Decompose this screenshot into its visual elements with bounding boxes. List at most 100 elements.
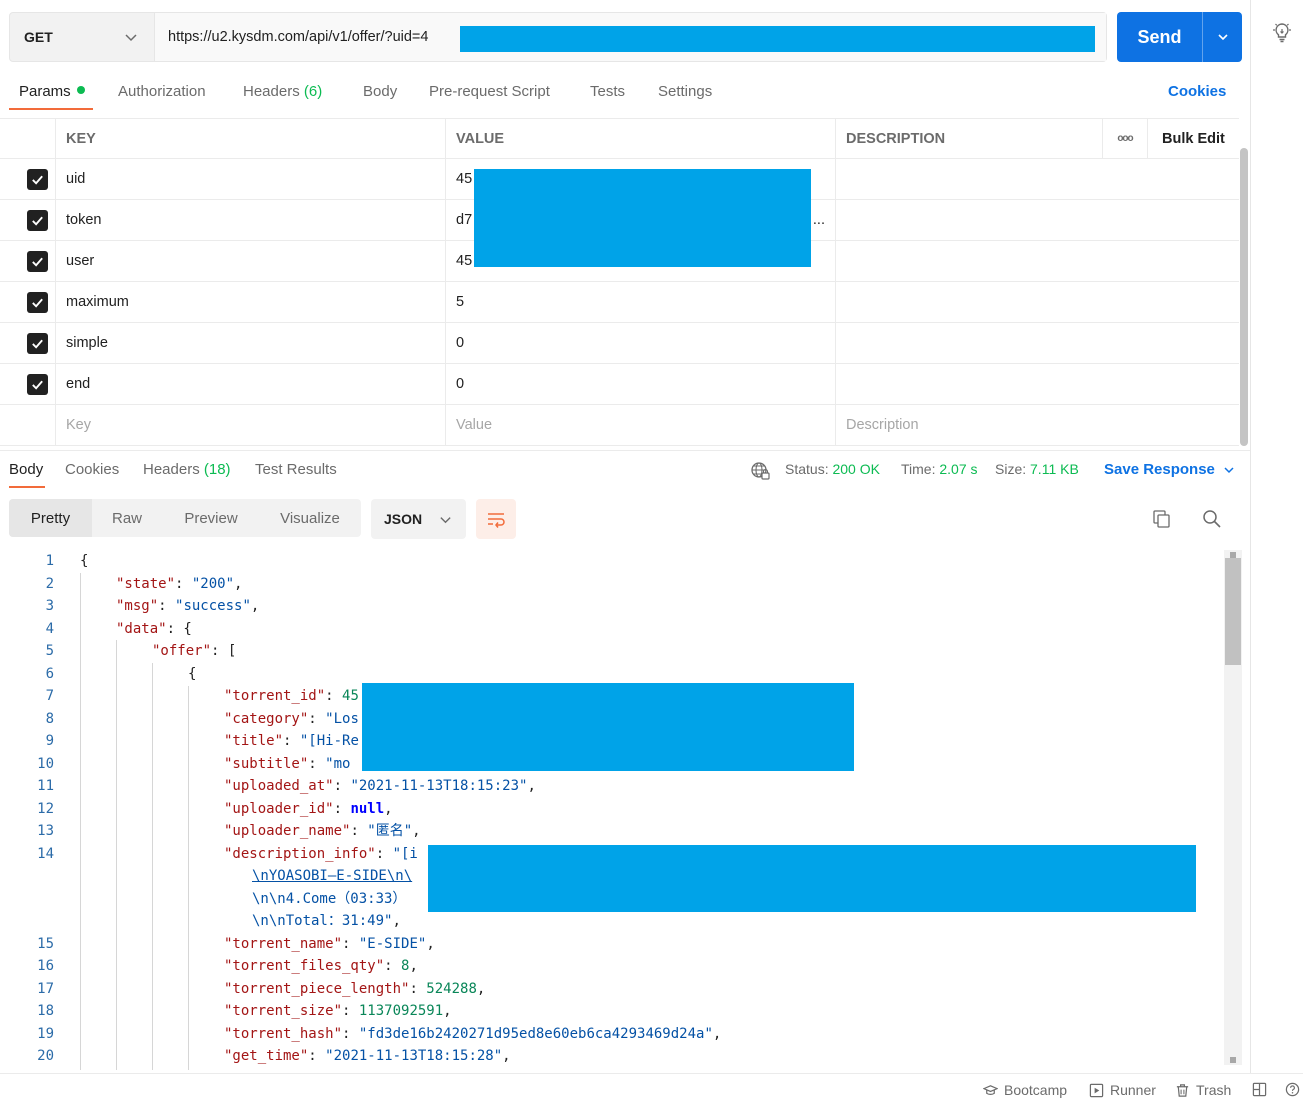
param-enable-checkbox[interactable]: [27, 332, 48, 354]
param-value-input[interactable]: 0: [445, 323, 835, 363]
cookies-link[interactable]: Cookies: [1168, 83, 1226, 100]
check-icon: [32, 298, 43, 308]
param-enable-cell: [0, 159, 55, 199]
new-param-row: Key Value Description: [0, 405, 1239, 446]
param-key-input[interactable]: user: [55, 241, 445, 281]
status-value: 200 OK: [832, 461, 880, 477]
new-description-input[interactable]: Description: [835, 405, 1239, 445]
params-table: KEY VALUE DESCRIPTION ooo Bulk Edit uid 4…: [0, 118, 1239, 446]
new-key-input[interactable]: Key: [55, 405, 445, 445]
code-token: :: [333, 778, 351, 794]
method-label: GET: [24, 29, 53, 45]
param-description-input[interactable]: [835, 241, 1239, 281]
param-key-input[interactable]: end: [55, 364, 445, 404]
code-token: :: [308, 710, 326, 727]
param-enable-checkbox[interactable]: [27, 209, 48, 231]
more-options-button[interactable]: ooo: [1102, 119, 1147, 158]
tab-test-results[interactable]: Test Results: [255, 461, 337, 478]
code-token: \n\nTotal：31:49": [252, 913, 393, 929]
param-value-input[interactable]: 5: [445, 282, 835, 322]
chevron-down-icon: [125, 34, 137, 42]
tab-authorization[interactable]: Authorization: [118, 83, 206, 100]
line-number: 6: [45, 665, 54, 682]
param-key-input[interactable]: maximum: [55, 282, 445, 322]
param-description-input[interactable]: [835, 364, 1239, 404]
time-value: 2.07 s: [939, 461, 978, 477]
url-input[interactable]: https://u2.kysdm.com/api/v1/offer/?uid=4: [155, 13, 1106, 61]
tab-prerequest-script[interactable]: Pre-request Script: [429, 83, 550, 100]
params-scrollbar[interactable]: [1240, 148, 1248, 446]
bootcamp-button[interactable]: Bootcamp: [983, 1082, 1067, 1098]
two-pane-icon: [1252, 1082, 1267, 1097]
help-button[interactable]: [1285, 1082, 1300, 1097]
tab-params[interactable]: Params: [19, 83, 85, 100]
trash-icon: [1176, 1083, 1189, 1097]
tab-body[interactable]: Body: [363, 83, 397, 100]
time-indicator[interactable]: Time: 2.07 s: [901, 461, 978, 477]
code-line: 13 "uploader_name": "匿名",: [0, 820, 1222, 843]
code-token: "state": [116, 575, 176, 592]
code-token: :: [375, 845, 393, 862]
tab-settings[interactable]: Settings: [658, 83, 712, 100]
size-label: Size:: [995, 461, 1027, 477]
code-token: 524288: [426, 980, 477, 997]
code-token: \nYOASOBI—E-SIDE\n\: [252, 868, 413, 884]
bulk-edit-button[interactable]: Bulk Edit: [1147, 119, 1239, 158]
code-token: :: [158, 598, 176, 614]
param-key-input[interactable]: token: [55, 200, 445, 240]
param-description-input[interactable]: [835, 323, 1239, 363]
param-description-input[interactable]: [835, 159, 1239, 199]
param-description-input[interactable]: [835, 282, 1239, 322]
param-description-input[interactable]: [835, 200, 1239, 240]
code-token: "torrent_files_qty": [224, 958, 385, 974]
request-bar: GET https://u2.kysdm.com/api/v1/offer/?u…: [9, 12, 1107, 62]
send-button[interactable]: Send: [1117, 12, 1242, 62]
code-line: 5 "offer": [: [0, 640, 1222, 663]
search-icon[interactable]: [1201, 508, 1223, 530]
view-mode-visualize[interactable]: Visualize: [260, 499, 360, 537]
tab-response-body[interactable]: Body: [9, 461, 43, 478]
format-select[interactable]: JSON: [371, 499, 466, 539]
param-enable-checkbox[interactable]: [27, 373, 48, 395]
code-scrollbar[interactable]: [1224, 550, 1242, 1065]
two-pane-toggle[interactable]: [1252, 1082, 1267, 1097]
column-header-description: DESCRIPTION: [835, 119, 1102, 158]
lightbulb-icon[interactable]: [1270, 20, 1294, 44]
code-line: 16 "torrent_files_qty": 8,: [0, 955, 1222, 978]
view-mode-pretty[interactable]: Pretty: [9, 499, 92, 537]
code-token: :: [308, 1048, 326, 1064]
scrollbar-thumb[interactable]: [1225, 558, 1241, 665]
param-key-input[interactable]: uid: [55, 159, 445, 199]
tab-tests[interactable]: Tests: [590, 83, 625, 100]
code-token: "description_info": [224, 845, 376, 862]
view-mode-raw[interactable]: Raw: [92, 499, 162, 537]
line-number: 8: [45, 710, 54, 727]
param-key-input[interactable]: simple: [55, 323, 445, 363]
tab-response-headers[interactable]: Headers (18): [143, 461, 231, 478]
param-value-input[interactable]: 0: [445, 364, 835, 404]
send-options-dropdown[interactable]: [1202, 12, 1242, 62]
code-text: "data": {: [116, 618, 192, 641]
param-enable-checkbox[interactable]: [27, 291, 48, 313]
param-enable-checkbox[interactable]: [27, 168, 48, 190]
response-code-view[interactable]: 1{2 "state": "200", 3 "msg": "success", 4 "da…: [0, 550, 1222, 1070]
runner-button[interactable]: Runner: [1089, 1082, 1156, 1098]
view-mode-preview[interactable]: Preview: [162, 499, 260, 537]
param-enable-checkbox[interactable]: [27, 250, 48, 272]
tab-response-cookies[interactable]: Cookies: [65, 461, 119, 478]
size-indicator[interactable]: Size: 7.11 KB: [995, 461, 1079, 477]
status-indicator[interactable]: Status: 200 OK: [785, 461, 880, 477]
save-response-button[interactable]: Save Response: [1104, 461, 1235, 478]
code-token: :: [325, 688, 343, 704]
network-globe-icon[interactable]: [749, 460, 771, 482]
tab-headers[interactable]: Headers (6): [243, 83, 322, 100]
wrap-lines-button[interactable]: [476, 499, 516, 539]
format-label: JSON: [384, 511, 423, 527]
new-value-input[interactable]: Value: [445, 405, 835, 445]
code-text: "uploader_name": "匿名",: [224, 820, 421, 843]
scroll-down-arrow[interactable]: [1230, 1057, 1236, 1063]
method-select[interactable]: GET: [10, 13, 155, 61]
line-number: 16: [37, 958, 54, 974]
copy-icon[interactable]: [1151, 508, 1173, 530]
trash-button[interactable]: Trash: [1175, 1082, 1231, 1098]
